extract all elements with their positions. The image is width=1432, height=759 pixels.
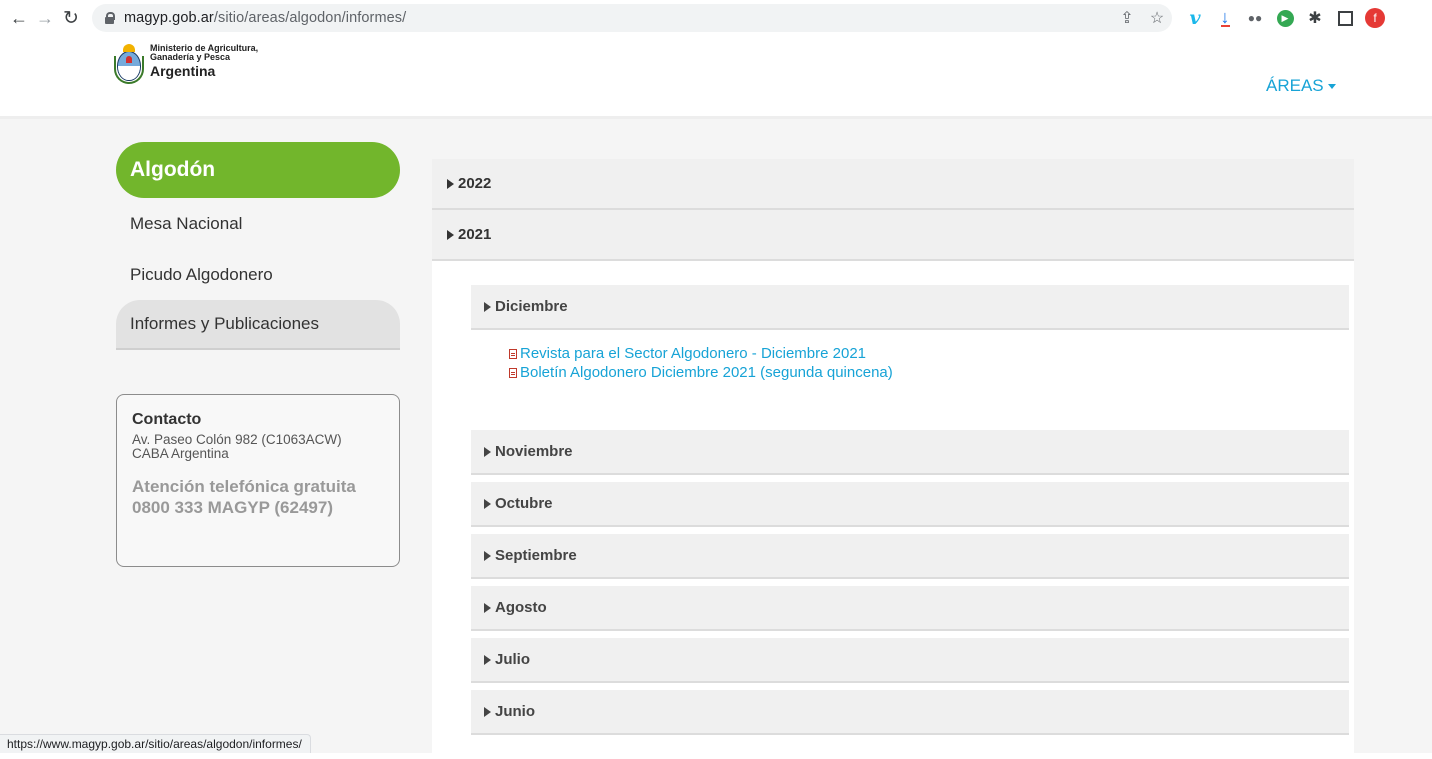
areas-label: ÁREAS: [1266, 76, 1324, 95]
browser-toolbar: ← → ↻ magyp.gob.ar/sitio/areas/algodon/i…: [0, 0, 1432, 37]
caret-right-icon: [484, 498, 491, 509]
profile-avatar[interactable]: f: [1360, 4, 1390, 32]
contact-title: Contacto: [132, 411, 202, 428]
glasses-extension-icon[interactable]: ●●: [1240, 4, 1270, 32]
caret-right-icon: [447, 178, 454, 189]
logo-line-3: Argentina: [150, 63, 216, 79]
url-text[interactable]: magyp.gob.ar/sitio/areas/algodon/informe…: [124, 10, 406, 26]
areas-dropdown[interactable]: ÁREAS: [1266, 76, 1336, 96]
reload-icon[interactable]: ↻: [58, 5, 84, 31]
contact-box: Contacto Av. Paseo Colón 982 (C1063ACW) …: [116, 394, 400, 567]
logo-line-2: Ganadería y Pesca: [150, 52, 231, 62]
month-label: Noviembre: [495, 443, 573, 460]
site-header: Ministerio de Agricultura, Ganadería y P…: [0, 36, 1432, 119]
pdf-icon: [509, 348, 517, 359]
extensions-puzzle-icon[interactable]: ✱: [1300, 4, 1330, 32]
share-icon[interactable]: ⇪: [1112, 8, 1142, 28]
caret-right-icon: [484, 602, 491, 613]
caret-down-icon: [1327, 84, 1336, 90]
coat-of-arms-icon: [114, 44, 144, 86]
reports-accordion: 2022 2021 Diciembre Revista para el Sect…: [432, 159, 1354, 759]
months-list: Diciembre Revista para el Sector Algodon…: [471, 285, 1349, 742]
contact-phone-number[interactable]: 0800 333 MAGYP (62497): [132, 497, 399, 518]
year-toggle-2022[interactable]: 2022: [432, 159, 1354, 210]
forward-arrow-icon[interactable]: →: [32, 5, 58, 31]
url-host: magyp.gob.ar: [124, 10, 214, 26]
month-toggle-agosto[interactable]: Agosto: [471, 586, 1349, 631]
month-toggle-septiembre[interactable]: Septiembre: [471, 534, 1349, 579]
sidebar-item-mesa-nacional[interactable]: Mesa Nacional: [116, 198, 400, 249]
document-title: Revista para el Sector Algodonero - Dici…: [520, 345, 867, 362]
month-label: Diciembre: [495, 298, 568, 315]
play-extension-icon[interactable]: ▶: [1270, 4, 1300, 32]
month-label: Septiembre: [495, 547, 577, 564]
month-label: Agosto: [495, 599, 547, 616]
caret-right-icon: [447, 229, 454, 240]
contact-phone-label: Atención telefónica gratuita: [132, 477, 356, 496]
download-extension-icon[interactable]: ↓: [1210, 4, 1240, 32]
bookmark-star-icon[interactable]: ☆: [1142, 8, 1172, 28]
document-link[interactable]: Boletín Algodonero Diciembre 2021 (segun…: [509, 363, 1349, 382]
ministry-logo[interactable]: Ministerio de Agricultura, Ganadería y P…: [114, 44, 258, 86]
year-toggle-2021[interactable]: 2021: [432, 210, 1354, 261]
caret-right-icon: [484, 654, 491, 665]
caret-right-icon: [484, 301, 491, 312]
lock-icon[interactable]: [105, 12, 115, 24]
month-toggle-octubre[interactable]: Octubre: [471, 482, 1349, 527]
caret-right-icon: [484, 550, 491, 561]
document-title: Boletín Algodonero Diciembre 2021 (segun…: [520, 364, 893, 381]
year-label: 2022: [458, 175, 492, 192]
page-body: Algodón Mesa Nacional Picudo Algodonero …: [0, 119, 1432, 759]
sidebar-item-picudo-algodonero[interactable]: Picudo Algodonero: [116, 249, 400, 300]
link-status-bubble: https://www.magyp.gob.ar/sitio/areas/alg…: [0, 734, 311, 753]
month-toggle-junio[interactable]: Junio: [471, 690, 1349, 735]
month-toggle-julio[interactable]: Julio: [471, 638, 1349, 683]
url-path: /sitio/areas/algodon/informes/: [213, 10, 407, 26]
month-label: Octubre: [495, 495, 553, 512]
month-toggle-noviembre[interactable]: Noviembre: [471, 430, 1349, 475]
caret-right-icon: [484, 706, 491, 717]
document-link[interactable]: Revista para el Sector Algodonero - Dici…: [509, 344, 1349, 363]
sidebar: Algodón Mesa Nacional Picudo Algodonero …: [116, 142, 400, 350]
month-documents: Revista para el Sector Algodonero - Dici…: [471, 330, 1349, 424]
contact-address-2: CABA Argentina: [132, 446, 229, 461]
pdf-icon: [509, 367, 517, 378]
year-label: 2021: [458, 226, 492, 243]
sidebar-item-informes-publicaciones[interactable]: Informes y Publicaciones: [116, 300, 400, 350]
month-toggle-diciembre[interactable]: Diciembre: [471, 285, 1349, 330]
address-bar[interactable]: magyp.gob.ar/sitio/areas/algodon/informe…: [92, 4, 1172, 32]
month-label: Julio: [495, 651, 531, 668]
caret-right-icon: [484, 446, 491, 457]
side-panel-icon[interactable]: [1330, 4, 1360, 32]
contact-address-1: Av. Paseo Colón 982 (C1063ACW): [132, 432, 342, 447]
month-label: Junio: [495, 703, 535, 720]
back-arrow-icon[interactable]: ←: [6, 5, 32, 31]
vimeo-extension-icon[interactable]: v: [1180, 4, 1210, 32]
sidebar-title[interactable]: Algodón: [116, 142, 400, 198]
